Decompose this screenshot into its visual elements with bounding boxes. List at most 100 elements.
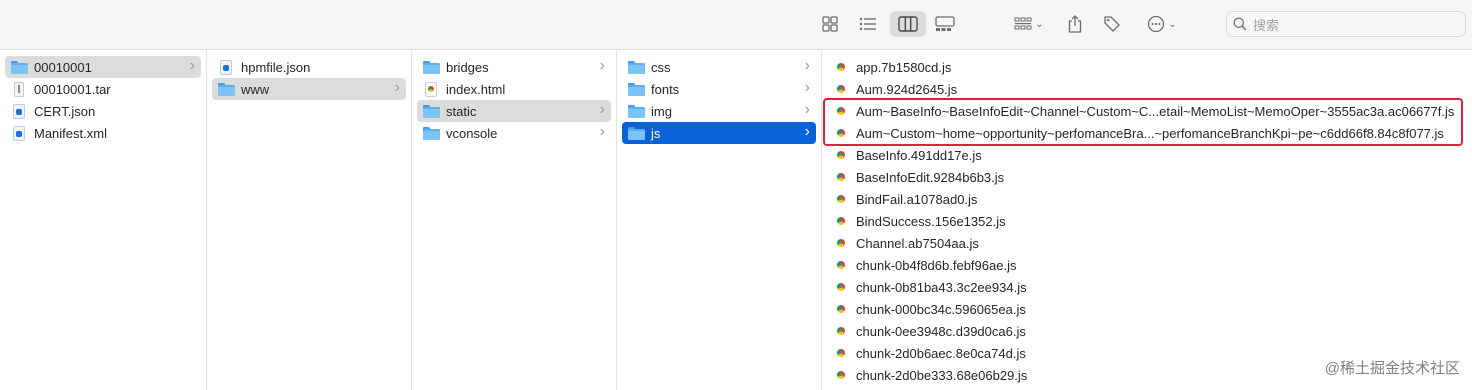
item-name: BaseInfo.491dd17e.js [856, 147, 982, 163]
column-1: 00010001 › 00010001.tar CERT.json Manifest.x… [0, 51, 207, 390]
share-icon [1068, 15, 1082, 33]
js-file-icon [833, 125, 849, 141]
folder-row[interactable]: static › [417, 100, 611, 122]
item-name: BindFail.a1078ad0.js [856, 191, 978, 207]
chevron-right-icon: › [804, 101, 810, 118]
folder-row[interactable]: 00010001 › [5, 56, 201, 78]
js-file-icon [833, 191, 849, 207]
item-name: chunk-0ee3948c.d39d0ca6.js [856, 323, 1026, 339]
folder-icon [423, 125, 440, 141]
action-button[interactable]: ⌄ [1142, 11, 1182, 37]
html-file-icon [423, 81, 439, 97]
more-icon [1148, 15, 1165, 33]
chevron-right-icon: › [599, 57, 605, 74]
chevron-right-icon: › [599, 101, 605, 118]
item-name: www [241, 81, 270, 97]
folder-icon [628, 125, 645, 141]
file-row[interactable]: chunk-000bc34c.596065ea.js [827, 298, 1467, 320]
js-file-icon [833, 103, 849, 119]
js-file-icon [833, 279, 849, 295]
column-4: css › fonts › img › js › [617, 51, 822, 390]
column-view-icon [898, 16, 918, 32]
js-file-icon [833, 235, 849, 251]
folder-row[interactable]: vconsole › [417, 122, 611, 144]
folder-icon [628, 81, 645, 97]
file-row[interactable]: Aum~Custom~home~opportunity~perfomanceBr… [827, 122, 1467, 144]
chevron-right-icon: › [599, 123, 605, 140]
folder-icon [423, 103, 440, 119]
finder-toolbar: ⌄ ⌄ 搜索 [0, 0, 1472, 50]
folder-icon [218, 81, 235, 97]
watermark: @稀土掘金技术社区 [1324, 360, 1460, 377]
item-name: app.7b1580cd.js [856, 59, 952, 75]
file-row[interactable]: chunk-0b81ba43.3c2ee934.js [827, 276, 1467, 298]
file-row[interactable]: chunk-0ee3948c.d39d0ca6.js [827, 320, 1467, 342]
js-file-icon [833, 257, 849, 273]
js-file-icon [833, 213, 849, 229]
list-view-button[interactable] [856, 11, 880, 37]
js-file-icon [833, 323, 849, 339]
file-row[interactable]: index.html [417, 78, 611, 100]
folder-row[interactable]: www › [212, 78, 406, 100]
js-file-icon [833, 59, 849, 75]
search-icon [1233, 17, 1247, 31]
js-file-icon [833, 367, 849, 383]
column-3: bridges › index.html static › vconsole › [412, 51, 617, 390]
item-name: chunk-2d0b6aec.8e0ca74d.js [856, 345, 1026, 361]
item-name: bridges [446, 59, 489, 75]
item-name: Aum~Custom~home~opportunity~perfomanceBr… [856, 125, 1444, 141]
column-view-button[interactable] [890, 11, 926, 37]
xml-file-icon [11, 125, 27, 141]
folder-row[interactable]: js › [622, 122, 816, 144]
item-name: Aum~BaseInfo~BaseInfoEdit~Channel~Custom… [856, 103, 1455, 119]
gallery-view-icon [935, 16, 955, 31]
file-row[interactable]: 00010001.tar [5, 78, 201, 100]
file-row[interactable]: hpmfile.json [212, 56, 406, 78]
json-file-icon [11, 103, 27, 119]
group-icon [1014, 17, 1032, 30]
chevron-right-icon: › [804, 57, 810, 74]
item-name: BindSuccess.156e1352.js [856, 213, 1006, 229]
file-row[interactable]: BaseInfo.491dd17e.js [827, 144, 1467, 166]
item-name: css [651, 59, 671, 75]
grid-view-icon [822, 16, 838, 32]
folder-row[interactable]: css › [622, 56, 816, 78]
share-button[interactable] [1064, 11, 1086, 37]
column-browser: 00010001 › 00010001.tar CERT.json Manifest.x… [0, 51, 1472, 390]
js-file-icon [833, 147, 849, 163]
chevron-down-icon: ⌄ [1035, 18, 1044, 30]
folder-row[interactable]: bridges › [417, 56, 611, 78]
chevron-right-icon: › [804, 79, 810, 96]
search-field[interactable]: 搜索 [1226, 11, 1466, 37]
tag-button[interactable] [1100, 11, 1124, 37]
gallery-view-button[interactable] [932, 11, 958, 37]
file-row[interactable]: Aum~BaseInfo~BaseInfoEdit~Channel~Custom… [827, 100, 1467, 122]
item-name: Aum.924d2645.js [856, 81, 958, 97]
file-row[interactable]: Aum.924d2645.js [827, 78, 1467, 100]
js-file-icon [833, 345, 849, 361]
item-name: img [651, 103, 672, 119]
folder-row[interactable]: fonts › [622, 78, 816, 100]
js-file-icon [833, 169, 849, 185]
file-row[interactable]: BindFail.a1078ad0.js [827, 188, 1467, 210]
js-file-icon [833, 81, 849, 97]
icon-view-button[interactable] [818, 11, 842, 37]
folder-row[interactable]: img › [622, 100, 816, 122]
item-name: chunk-000bc34c.596065ea.js [856, 301, 1026, 317]
item-name: CERT.json [34, 103, 96, 119]
file-row[interactable]: BaseInfoEdit.9284b6b3.js [827, 166, 1467, 188]
item-name: hpmfile.json [241, 59, 311, 75]
file-row[interactable]: BindSuccess.156e1352.js [827, 210, 1467, 232]
item-name: Manifest.xml [34, 125, 107, 141]
column-2: hpmfile.json www › [207, 51, 412, 390]
file-row[interactable]: Manifest.xml [5, 122, 201, 144]
file-row[interactable]: app.7b1580cd.js [827, 56, 1467, 78]
item-name: static [446, 103, 477, 119]
file-row[interactable]: chunk-0b4f8d6b.febf96ae.js [827, 254, 1467, 276]
item-name: 00010001 [34, 59, 92, 75]
file-row[interactable]: CERT.json [5, 100, 201, 122]
folder-icon [423, 59, 440, 75]
item-name: chunk-0b81ba43.3c2ee934.js [856, 279, 1027, 295]
file-row[interactable]: Channel.ab7504aa.js [827, 232, 1467, 254]
group-button[interactable]: ⌄ [1010, 11, 1048, 37]
